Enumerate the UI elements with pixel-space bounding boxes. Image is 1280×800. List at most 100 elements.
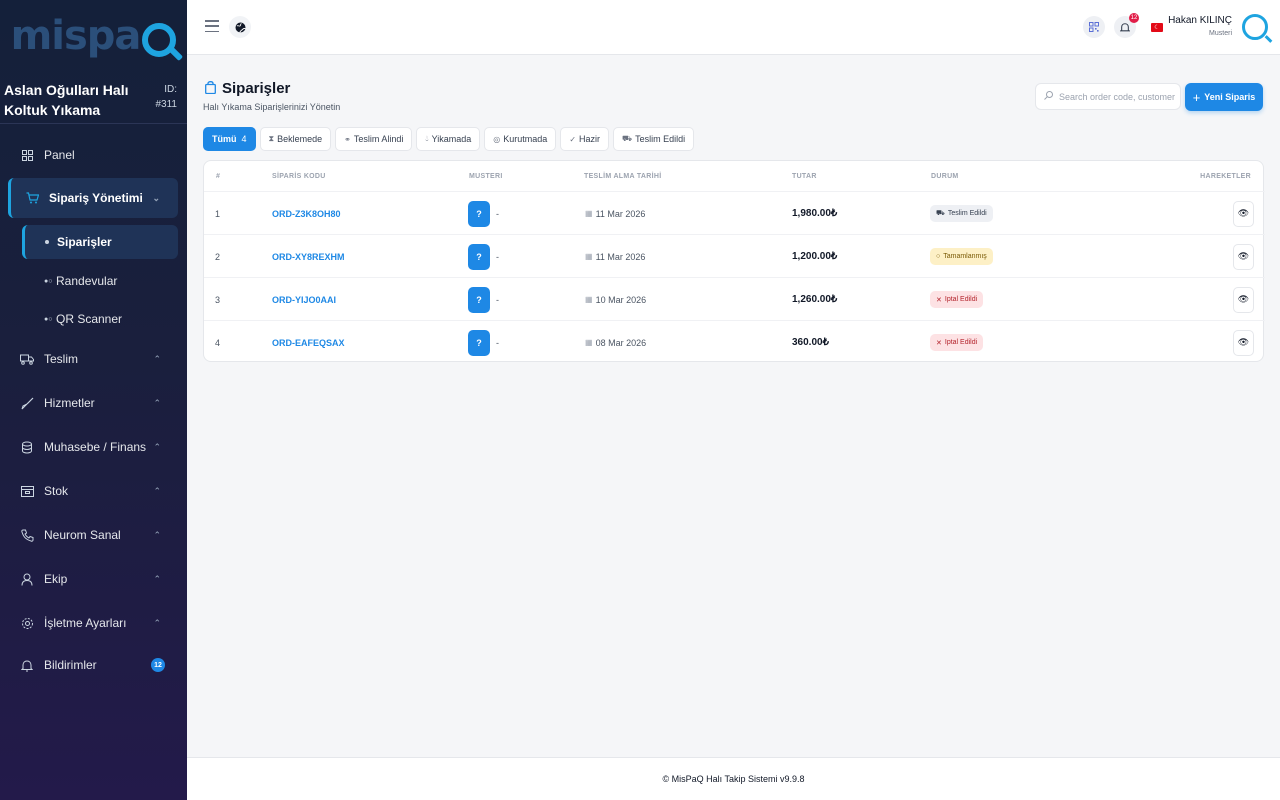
sidebar-subitem-qr-scanner[interactable]: ●○ QR Scanner — [44, 304, 204, 334]
chevron-up-icon: ⌃ — [153, 529, 161, 540]
company-id: ID: #311 — [155, 82, 177, 123]
customer-cell: ? - — [468, 192, 499, 235]
table-row[interactable]: 2 ORD-XY8REXHM ? - ▦ 11 Mar 2026 1,200.0… — [204, 234, 1265, 277]
actions-cell: 👁︎ — [1233, 321, 1254, 364]
gear-icon — [20, 616, 34, 630]
sidebar-subitem-orders[interactable]: Siparişler — [22, 225, 178, 259]
filter-received[interactable]: ⚭ Teslim Alindi — [335, 127, 413, 151]
language-selector[interactable]: ☾ — [1146, 16, 1168, 38]
eye-icon: 👁︎ — [1237, 294, 1250, 304]
filter-waiting[interactable]: ⧗ Beklemede — [259, 127, 332, 151]
eye-icon: 👁︎ — [1237, 208, 1250, 218]
customer-name: - — [496, 337, 499, 348]
column-header-date[interactable]: TESLİM ALMA TARİHİ — [584, 173, 661, 180]
globe-icon[interactable] — [229, 16, 251, 38]
sidebar-item-panel[interactable]: Panel — [0, 140, 187, 170]
date-cell: ▦ 11 Mar 2026 — [585, 235, 645, 278]
column-header-num: # — [216, 173, 221, 180]
chevron-up-icon: ⌃ — [153, 573, 161, 584]
view-order-button[interactable]: 👁︎ — [1233, 200, 1254, 227]
filter-ready[interactable]: ✓ Hazir — [560, 127, 610, 151]
status-badge: ✕ Iptal Edildi — [930, 334, 984, 351]
column-header-amount[interactable]: TUTAR — [792, 173, 817, 180]
coins-icon — [20, 440, 34, 454]
avatar[interactable] — [1242, 14, 1268, 40]
pickup-date: 11 Mar 2026 — [595, 208, 646, 219]
view-order-button[interactable]: 👁︎ — [1233, 329, 1254, 356]
table-row[interactable]: 1 ORD-Z3K8OH80 ? - ▦ 11 Mar 2026 1,980.0… — [204, 191, 1265, 234]
bullet-icon — [45, 240, 49, 244]
view-order-button[interactable]: 👁︎ — [1233, 243, 1254, 270]
sidebar-item-delivery[interactable]: Teslim ⌃ — [0, 344, 187, 374]
sidebar-item-neurom[interactable]: Neurom Sanal ⌃ — [0, 520, 187, 550]
bullet-icon: ●○ — [44, 315, 53, 323]
search-input[interactable] — [1059, 91, 1177, 102]
filter-label: Hazir — [579, 134, 601, 144]
truck-icon: ⛟ — [622, 134, 633, 143]
sidebar-item-settings[interactable]: İşletme Ayarları ⌃ — [0, 608, 187, 638]
customer-name: - — [496, 251, 499, 262]
column-header-status[interactable]: DURUM — [931, 173, 959, 180]
actions-cell: 👁︎ — [1233, 192, 1254, 235]
menu-toggle-icon[interactable] — [205, 20, 219, 32]
row-number: 1 — [215, 208, 221, 219]
status-cell: ⛟ Teslim Edildi — [930, 192, 993, 235]
cart-icon — [25, 191, 39, 205]
status-label: Tamamlanmış — [943, 253, 987, 260]
bell-icon — [20, 658, 34, 672]
status-cell: ✕ Iptal Edildi — [930, 321, 984, 364]
sidebar-item-label: Stok — [44, 484, 69, 498]
dashboard-icon — [20, 148, 34, 162]
user-name[interactable]: Hakan KILINÇ — [1168, 15, 1232, 26]
amount: 1,200.00₺ — [792, 251, 838, 262]
order-code-link[interactable]: ORD-YIJO0AAI — [272, 278, 336, 321]
filter-count: 4 — [241, 134, 247, 144]
column-header-customer[interactable]: MUSTERI — [469, 173, 503, 180]
order-code-link[interactable]: ORD-EAFEQSAX — [272, 321, 345, 364]
sidebar-item-label: Bildirimler — [44, 658, 97, 672]
order-code-link[interactable]: ORD-Z3K8OH80 — [272, 192, 341, 235]
table-row[interactable]: 3 ORD-YIJO0AAI ? - ▦ 10 Mar 2026 1,260.0… — [204, 277, 1265, 320]
row-number: 4 — [215, 337, 221, 348]
search-box[interactable] — [1035, 83, 1181, 110]
sidebar-subitem-appointments[interactable]: ●○ Randevular — [44, 266, 204, 296]
chevron-up-icon: ⌃ — [153, 485, 161, 496]
qr-code-icon[interactable] — [1083, 16, 1105, 38]
status-label: Teslim Edildi — [947, 210, 987, 217]
sidebar-item-order-management[interactable]: Sipariş Yönetimi ⌄ — [8, 178, 178, 218]
turkey-flag-icon: ☾ — [1151, 22, 1163, 32]
close-icon: ✕ — [936, 296, 942, 304]
status-badge: ✕ Iptal Edildi — [930, 291, 984, 308]
amount: 1,260.00₺ — [792, 294, 838, 305]
filter-delivered[interactable]: ⛟ Teslim Edildi — [613, 127, 695, 151]
sidebar-item-stock[interactable]: Stok ⌃ — [0, 476, 187, 506]
view-order-button[interactable]: 👁︎ — [1233, 286, 1254, 313]
filter-drying[interactable]: ◎ Kurutmada — [484, 127, 557, 151]
filter-all[interactable]: Tümü 4 — [203, 127, 256, 151]
brush-icon — [20, 396, 34, 410]
calendar-icon: ▦ — [585, 209, 593, 218]
table-row[interactable]: 4 ORD-EAFEQSAX ? - ▦ 08 Mar 2026 360.00₺… — [204, 320, 1265, 363]
sidebar-item-team[interactable]: Ekip ⌃ — [0, 564, 187, 594]
check-icon: ✓ — [569, 134, 577, 144]
company-name: Aslan Oğulları Halı Koltuk Yıkama — [4, 82, 129, 118]
box-icon — [20, 484, 34, 498]
sidebar-item-label: Neurom Sanal — [44, 528, 121, 542]
new-order-button[interactable]: + Yeni Siparis — [1185, 83, 1263, 111]
sidebar-item-services[interactable]: Hizmetler ⌃ — [0, 388, 187, 418]
user-icon — [20, 572, 34, 586]
sidebar-item-notifications[interactable]: Bildirimler 12 — [0, 650, 187, 680]
brand-logo[interactable]: mispa — [0, 0, 187, 72]
status-label: Iptal Edildi — [944, 339, 978, 346]
order-code-link[interactable]: ORD-XY8REXHM — [272, 235, 345, 278]
notifications-button[interactable]: 12 — [1114, 13, 1139, 38]
sidebar-item-label: İşletme Ayarları — [44, 616, 127, 630]
filter-label: Teslim Edildi — [635, 134, 686, 144]
topbar: 12 ☾ Hakan KILINÇ Musteri — [187, 0, 1280, 55]
page-subtitle: Halı Yıkama Siparişlerinizi Yönetin — [203, 102, 341, 112]
sidebar-item-finance[interactable]: Muhasebe / Finans ⌃ — [0, 432, 187, 462]
column-header-code[interactable]: SİPARİS KODU — [272, 173, 326, 180]
filter-washing[interactable]: 💧︎ Yikamada — [416, 127, 481, 151]
row-number: 3 — [215, 294, 221, 305]
footer-text: © MisPaQ Halı Takip Sistemi v9.9.8 — [662, 774, 805, 784]
